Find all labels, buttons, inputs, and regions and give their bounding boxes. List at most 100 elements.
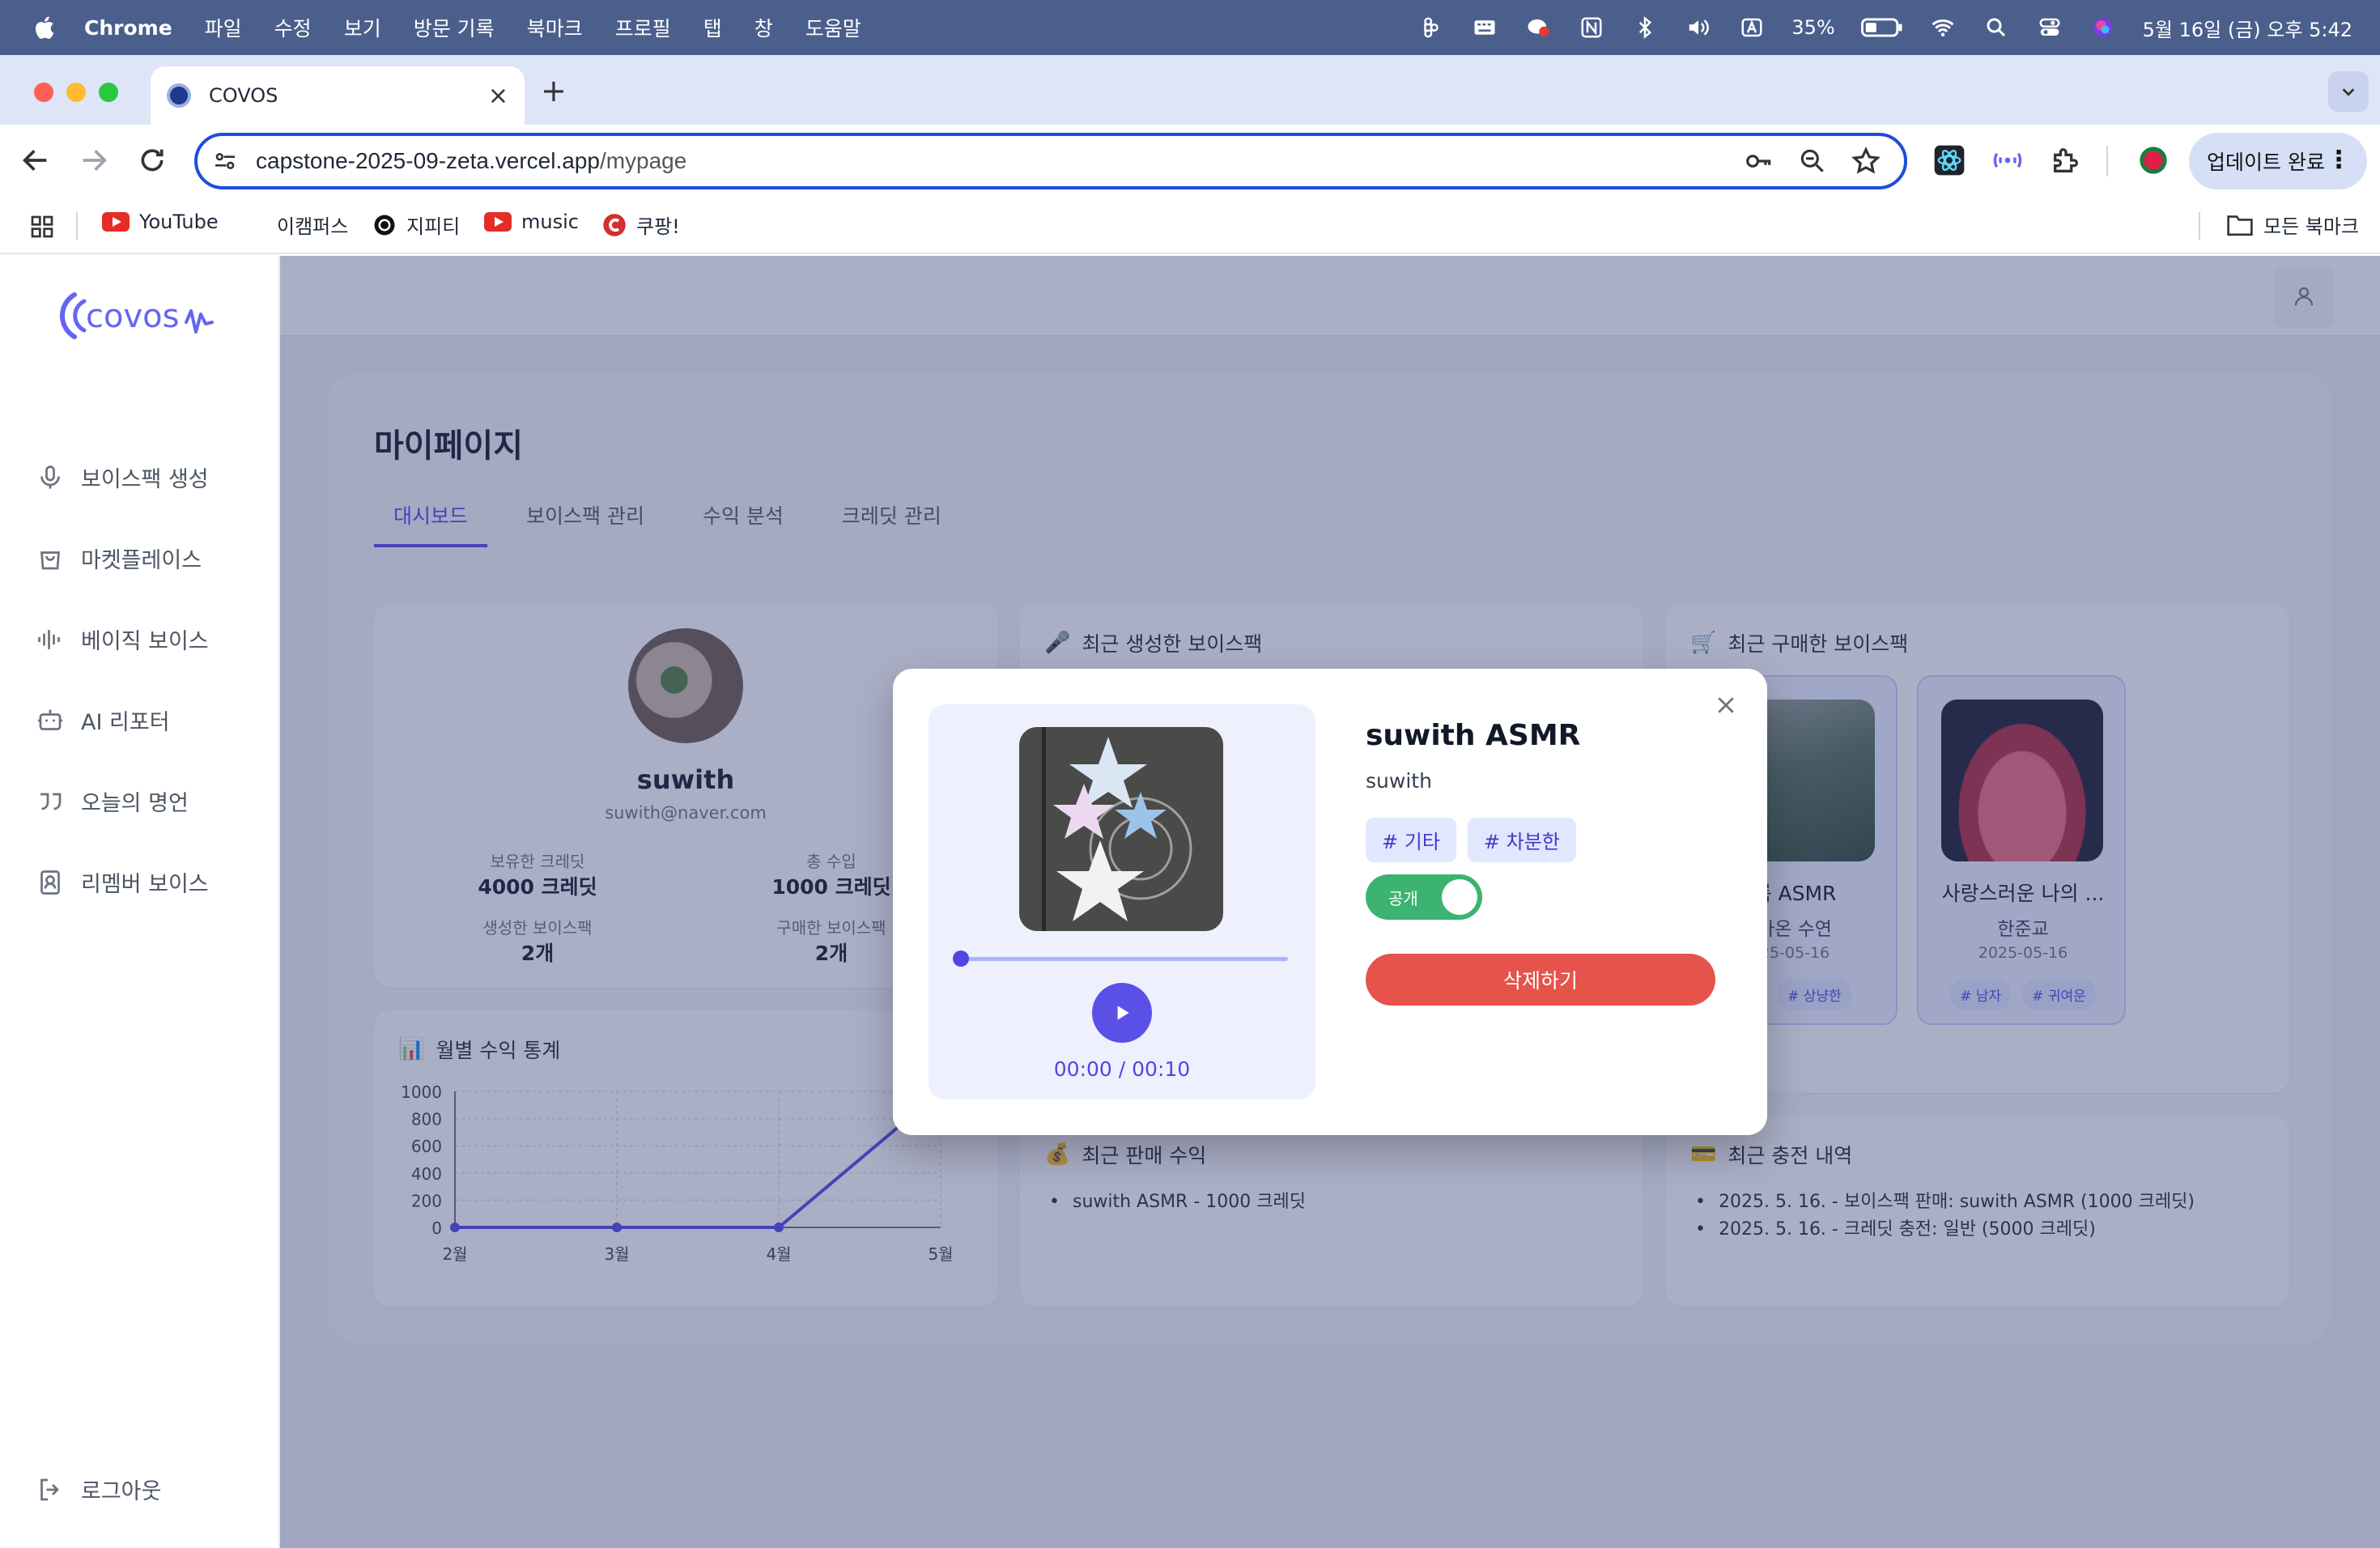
modal-tags: # 기타 # 차분한: [1366, 818, 1576, 862]
bookmark-label: music: [521, 211, 579, 233]
menu-help[interactable]: 도움말: [805, 13, 861, 42]
quote-icon: [40, 793, 62, 810]
progress-thumb[interactable]: [953, 950, 969, 967]
back-icon[interactable]: [19, 144, 52, 176]
chrome-tab-strip: COVOS × +: [0, 55, 2380, 125]
update-label: 업데이트 완료: [2207, 151, 2325, 174]
window-zoom-button[interactable]: [99, 83, 118, 102]
extension-radio-icon[interactable]: [1991, 144, 2024, 176]
sidebar-item-daily-quote[interactable]: 오늘의 명언: [36, 785, 189, 817]
menubar-clock[interactable]: 5월 16일 (금) 오후 5:42: [2143, 14, 2352, 42]
bookmark-coupang[interactable]: 쿠팡!: [602, 211, 680, 239]
window-close-button[interactable]: [34, 83, 53, 102]
zoom-icon[interactable]: [1797, 146, 1828, 176]
battery-icon[interactable]: [1860, 15, 1903, 40]
chat-notification-icon[interactable]: [1524, 15, 1552, 40]
sidebar-item-label: 보이스팩 생성: [81, 467, 209, 492]
macos-menubar: Chrome 파일 수정 보기 방문 기록 북마크 프로필 탭 창 도움말 35…: [0, 0, 2380, 55]
menu-bookmarks[interactable]: 북마크: [527, 13, 583, 42]
voicepack-cover-image: [1019, 727, 1223, 931]
public-toggle-label: 공개: [1388, 889, 1418, 908]
siri-icon[interactable]: [2089, 15, 2117, 40]
play-button[interactable]: [1092, 983, 1152, 1043]
more-menu-icon[interactable]: ⋮: [2327, 146, 2351, 174]
covos-favicon: [167, 83, 191, 108]
browser-toolbar: capstone-2025-09-zeta.vercel.app/mypage …: [0, 125, 2380, 198]
menu-app-name[interactable]: Chrome: [84, 16, 172, 40]
password-key-icon[interactable]: [1744, 146, 1774, 176]
bookmark-gpt[interactable]: 지피티: [372, 211, 460, 239]
audio-lines-icon: [38, 629, 60, 649]
site-settings-icon[interactable]: [212, 148, 238, 174]
sidebar-item-label: 베이직 보이스: [81, 629, 209, 654]
menu-tab[interactable]: 탭: [703, 13, 722, 42]
menu-window[interactable]: 창: [754, 13, 773, 42]
address-bar[interactable]: capstone-2025-09-zeta.vercel.app/mypage: [194, 133, 1907, 189]
tag-etc: # 기타: [1366, 818, 1456, 862]
close-icon[interactable]: [1714, 693, 1738, 717]
apps-grid-icon[interactable]: [29, 214, 55, 240]
all-bookmarks-label: 모든 북마크: [2263, 215, 2360, 238]
input-source-icon[interactable]: [1738, 15, 1766, 40]
menu-file[interactable]: 파일: [205, 13, 242, 42]
url-path: /mypage: [599, 148, 687, 173]
forward-icon[interactable]: [78, 144, 110, 176]
bookmark-ecampus[interactable]: 이캠퍼스: [277, 211, 348, 239]
sidebar-item-marketplace[interactable]: 마켓플레이스: [36, 542, 202, 574]
bookmark-youtube[interactable]: YouTube: [102, 211, 219, 233]
menu-history[interactable]: 방문 기록: [414, 13, 495, 42]
public-toggle[interactable]: 공개: [1366, 874, 1482, 920]
delete-button[interactable]: 삭제하기: [1366, 954, 1715, 1006]
bluetooth-icon[interactable]: [1631, 15, 1659, 40]
sidebar-item-ai-reporter[interactable]: AI 리포터: [36, 704, 170, 736]
progress-track[interactable]: [959, 957, 1288, 961]
extensions-puzzle-icon[interactable]: [2050, 144, 2082, 176]
covos-logo[interactable]: covos: [57, 283, 227, 348]
window-minimize-button[interactable]: [66, 83, 86, 102]
audio-player: 00:00 / 00:10: [929, 704, 1315, 1099]
toggle-knob: [1442, 879, 1477, 915]
bookmark-music[interactable]: music: [484, 211, 579, 233]
tab-close-icon[interactable]: ×: [488, 82, 508, 110]
sidebar-item-basic-voice[interactable]: 베이직 보이스: [36, 623, 209, 655]
reload-icon[interactable]: [136, 144, 168, 176]
microphone-icon: [40, 465, 60, 488]
coupang-icon: [603, 213, 626, 236]
url-host: capstone-2025-09-zeta.vercel.app: [256, 148, 600, 173]
apple-icon[interactable]: [32, 15, 55, 40]
spotlight-search-icon[interactable]: [1983, 15, 2010, 40]
browser-tab-covos[interactable]: COVOS ×: [151, 66, 525, 125]
volume-icon[interactable]: [1685, 15, 1712, 40]
url-text[interactable]: capstone-2025-09-zeta.vercel.app/mypage: [256, 148, 1744, 174]
app-sidebar: covos 보이스팩 생성 마켓플레이스 베이직 보이스 AI 리포터 오늘의 …: [0, 256, 280, 1548]
sidebar-item-voicepack-create[interactable]: 보이스팩 생성: [36, 461, 209, 493]
logout-button[interactable]: 로그아웃: [36, 1474, 161, 1505]
wifi-icon[interactable]: [1929, 15, 1957, 40]
keyboard-icon[interactable]: [1471, 15, 1498, 40]
sidebar-item-label: 리멤버 보이스: [81, 872, 209, 897]
play-icon: [1117, 1006, 1129, 1020]
youtube-icon: [102, 212, 130, 232]
new-tab-button[interactable]: +: [541, 73, 567, 108]
profile-avatar-icon[interactable]: [2137, 144, 2170, 176]
all-bookmarks-button[interactable]: 모든 북마크: [2226, 211, 2359, 239]
bookmark-label: 쿠팡!: [636, 215, 680, 238]
menu-edit[interactable]: 수정: [274, 13, 312, 42]
bookmark-star-icon[interactable]: [1851, 146, 1881, 176]
control-center-icon[interactable]: [2036, 15, 2063, 40]
bookmarks-divider: [2199, 212, 2200, 240]
bookmark-label: 지피티: [406, 215, 461, 238]
notion-icon[interactable]: [1578, 15, 1605, 40]
logo-text: covos: [86, 298, 179, 335]
folder-icon: [2227, 215, 2253, 236]
update-complete-button[interactable]: 업데이트 완료 ⋮: [2189, 133, 2367, 189]
sidebar-item-remember-voice[interactable]: 리멤버 보이스: [36, 866, 209, 898]
menu-profile[interactable]: 프로필: [615, 13, 671, 42]
tab-search-button[interactable]: [2328, 71, 2369, 112]
sidebar-item-label: 마켓플레이스: [81, 548, 202, 573]
figma-icon[interactable]: [1417, 15, 1445, 40]
menu-view[interactable]: 보기: [344, 13, 381, 42]
react-devtools-icon[interactable]: [1933, 144, 1966, 176]
modal-author: suwith: [1366, 769, 1432, 793]
bookmarks-divider: [76, 212, 78, 240]
